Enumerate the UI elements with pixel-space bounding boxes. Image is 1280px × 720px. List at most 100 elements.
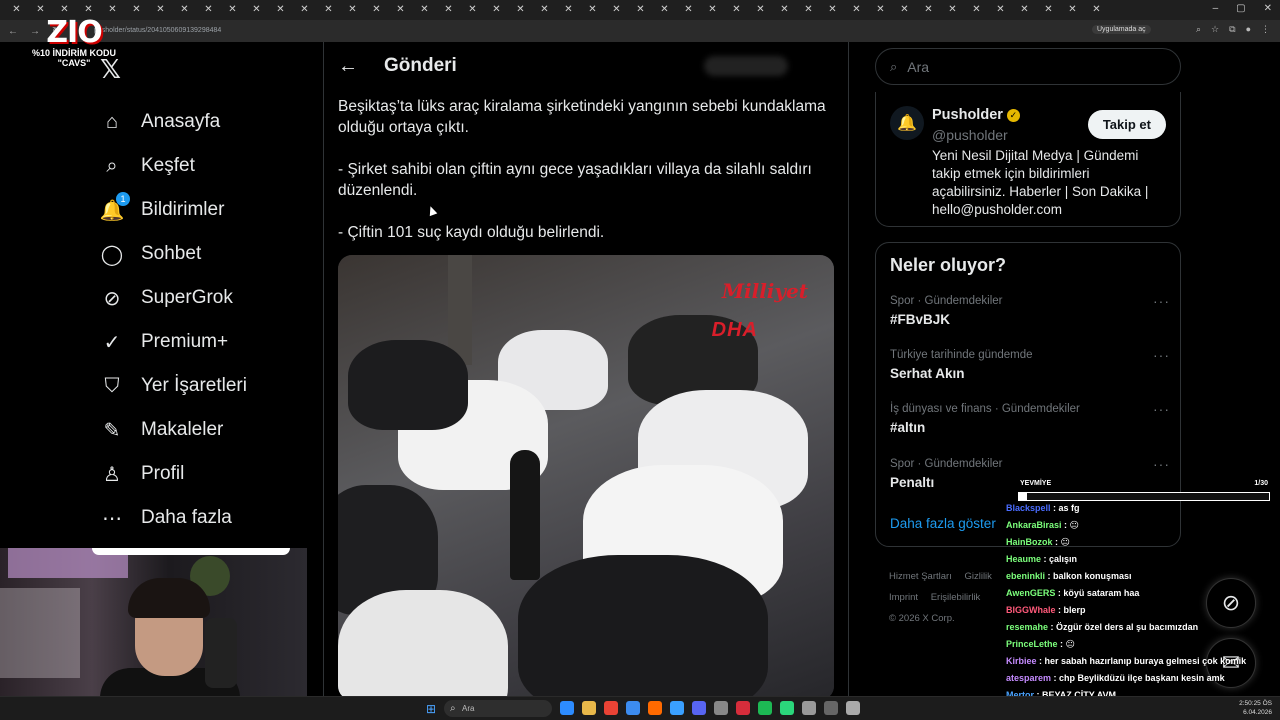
- nav-item-premium-[interactable]: ✓ Premium+: [100, 320, 247, 364]
- url-field[interactable]: pusholder/status/2041050609139298484: [70, 24, 1080, 38]
- browser-tab[interactable]: ✕: [969, 3, 984, 17]
- browser-tab[interactable]: ✕: [1089, 3, 1104, 17]
- taskbar-app-icon[interactable]: [648, 701, 662, 715]
- browser-tab[interactable]: ✕: [201, 3, 216, 17]
- profile-avatar-icon[interactable]: ●: [1246, 24, 1251, 35]
- browser-tab[interactable]: ✕: [633, 3, 648, 17]
- back-arrow-icon[interactable]: ←: [338, 55, 358, 78]
- browser-tab[interactable]: ✕: [681, 3, 696, 17]
- browser-tab[interactable]: ✕: [1017, 3, 1032, 17]
- system-clock[interactable]: 2:50:25 ÖS 6.04.2026: [1239, 699, 1272, 717]
- browser-tab[interactable]: ✕: [705, 3, 720, 17]
- browser-tab[interactable]: ✕: [393, 3, 408, 17]
- browser-tab[interactable]: ✕: [921, 3, 936, 17]
- browser-tab[interactable]: ✕: [513, 3, 528, 17]
- taskbar-app-icon[interactable]: [736, 701, 750, 715]
- browser-tab[interactable]: ✕: [177, 3, 192, 17]
- browser-tab[interactable]: ✕: [465, 3, 480, 17]
- nav-item-profil[interactable]: ♙ Profil: [100, 452, 247, 496]
- browser-tab[interactable]: ✕: [537, 3, 552, 17]
- browser-tab[interactable]: ✕: [825, 3, 840, 17]
- browser-tab[interactable]: ✕: [297, 3, 312, 17]
- maximize-icon[interactable]: ▢: [1236, 3, 1245, 14]
- post-media-video[interactable]: Milliyet DHA: [338, 255, 834, 700]
- nav-item-daha-fazla[interactable]: ⋯ Daha fazla: [100, 496, 247, 540]
- browser-tab[interactable]: ✕: [273, 3, 288, 17]
- nav-item-yer-i-aretleri[interactable]: ⛉ Yer İşaretleri: [100, 364, 247, 408]
- browser-tab[interactable]: ✕: [657, 3, 672, 17]
- footer-link[interactable]: Gizlilik: [964, 571, 991, 582]
- more-options-icon[interactable]: ···: [1153, 347, 1170, 363]
- browser-tab[interactable]: ✕: [9, 3, 24, 17]
- nav-item-supergrok[interactable]: ⊘ SuperGrok: [100, 276, 247, 320]
- footer-link[interactable]: Erişilebilirlik: [931, 592, 981, 603]
- browser-tab[interactable]: ✕: [1041, 3, 1056, 17]
- search-input[interactable]: ⌕ Ara: [875, 48, 1181, 85]
- footer-link[interactable]: Imprint: [889, 592, 918, 603]
- nav-item-anasayfa[interactable]: ⌂ Anasayfa: [100, 100, 247, 144]
- more-options-icon[interactable]: ···: [1153, 456, 1170, 472]
- browser-tab[interactable]: ✕: [153, 3, 168, 17]
- browser-tab[interactable]: ✕: [225, 3, 240, 17]
- more-options-icon[interactable]: ···: [1153, 293, 1170, 309]
- browser-tab[interactable]: ✕: [321, 3, 336, 17]
- minimize-icon[interactable]: –: [1213, 3, 1219, 14]
- trend-item[interactable]: İş dünyası ve finans · Gündemdekiler #alt…: [890, 401, 1170, 435]
- open-in-app-button[interactable]: Uygulamada aç: [1092, 25, 1151, 34]
- browser-tab[interactable]: ✕: [945, 3, 960, 17]
- browser-tab[interactable]: ✕: [609, 3, 624, 17]
- zoom-icon[interactable]: ⌕: [1196, 24, 1201, 35]
- taskbar-app-icon[interactable]: [846, 701, 860, 715]
- browser-tab[interactable]: ✕: [753, 3, 768, 17]
- browser-tab[interactable]: ✕: [849, 3, 864, 17]
- browser-tab[interactable]: ✕: [561, 3, 576, 17]
- trend-item[interactable]: Spor · Gündemdekiler #FBvBJK ···: [890, 293, 1170, 327]
- taskbar-app-icon[interactable]: [780, 701, 794, 715]
- browser-tab[interactable]: ✕: [897, 3, 912, 17]
- star-icon[interactable]: ☆: [1211, 24, 1219, 35]
- taskbar-search[interactable]: Ara: [444, 700, 552, 717]
- browser-tab[interactable]: ✕: [129, 3, 144, 17]
- nav-item-ke-fet[interactable]: ⌕ Keşfet: [100, 144, 247, 188]
- taskbar-app-icon[interactable]: [670, 701, 684, 715]
- extensions-icon[interactable]: ⧉: [1229, 24, 1235, 35]
- browser-tab[interactable]: ✕: [801, 3, 816, 17]
- taskbar-app-icon[interactable]: [714, 701, 728, 715]
- windows-start-icon[interactable]: ⊞: [426, 702, 436, 716]
- nav-item-bildirimler[interactable]: 🔔 1 Bildirimler: [100, 188, 247, 232]
- browser-tab[interactable]: ✕: [993, 3, 1008, 17]
- show-more-link[interactable]: Daha fazla göster: [890, 516, 996, 531]
- taskbar-app-icon[interactable]: [626, 701, 640, 715]
- trend-item[interactable]: Türkiye tarihinde gündemde Serhat Akın ···: [890, 347, 1170, 381]
- avatar[interactable]: 🔔: [890, 106, 924, 140]
- nav-item-makaleler[interactable]: ✎ Makaleler: [100, 408, 247, 452]
- browser-tab[interactable]: ✕: [729, 3, 744, 17]
- taskbar-app-icon[interactable]: [802, 701, 816, 715]
- back-icon[interactable]: ←: [8, 26, 18, 37]
- taskbar-app-icon[interactable]: [824, 701, 838, 715]
- taskbar-app-icon[interactable]: [582, 701, 596, 715]
- profile-name-row[interactable]: Pusholder ✓: [932, 107, 1020, 123]
- close-icon[interactable]: ✕: [1264, 3, 1272, 14]
- browser-tab[interactable]: ✕: [489, 3, 504, 17]
- profile-handle[interactable]: @pusholder: [932, 127, 1008, 143]
- browser-tab[interactable]: ✕: [777, 3, 792, 17]
- browser-tab[interactable]: ✕: [585, 3, 600, 17]
- browser-tab[interactable]: ✕: [441, 3, 456, 17]
- browser-tab[interactable]: ✕: [873, 3, 888, 17]
- taskbar-app-icon[interactable]: [758, 701, 772, 715]
- footer-link[interactable]: Hizmet Şartları: [889, 571, 952, 582]
- browser-tab[interactable]: ✕: [417, 3, 432, 17]
- taskbar-app-icon[interactable]: [692, 701, 706, 715]
- menu-icon[interactable]: ⋮: [1261, 24, 1270, 35]
- taskbar-app-icon[interactable]: [560, 701, 574, 715]
- taskbar-app-icon[interactable]: [604, 701, 618, 715]
- browser-tab[interactable]: ✕: [1065, 3, 1080, 17]
- browser-tab[interactable]: ✕: [249, 3, 264, 17]
- browser-tab[interactable]: ✕: [345, 3, 360, 17]
- nav-item-sohbet[interactable]: ◯ Sohbet: [100, 232, 247, 276]
- browser-tab[interactable]: ✕: [105, 3, 120, 17]
- browser-tab[interactable]: ✕: [369, 3, 384, 17]
- more-options-icon[interactable]: ···: [1153, 401, 1170, 417]
- follow-button[interactable]: Takip et: [1087, 110, 1166, 139]
